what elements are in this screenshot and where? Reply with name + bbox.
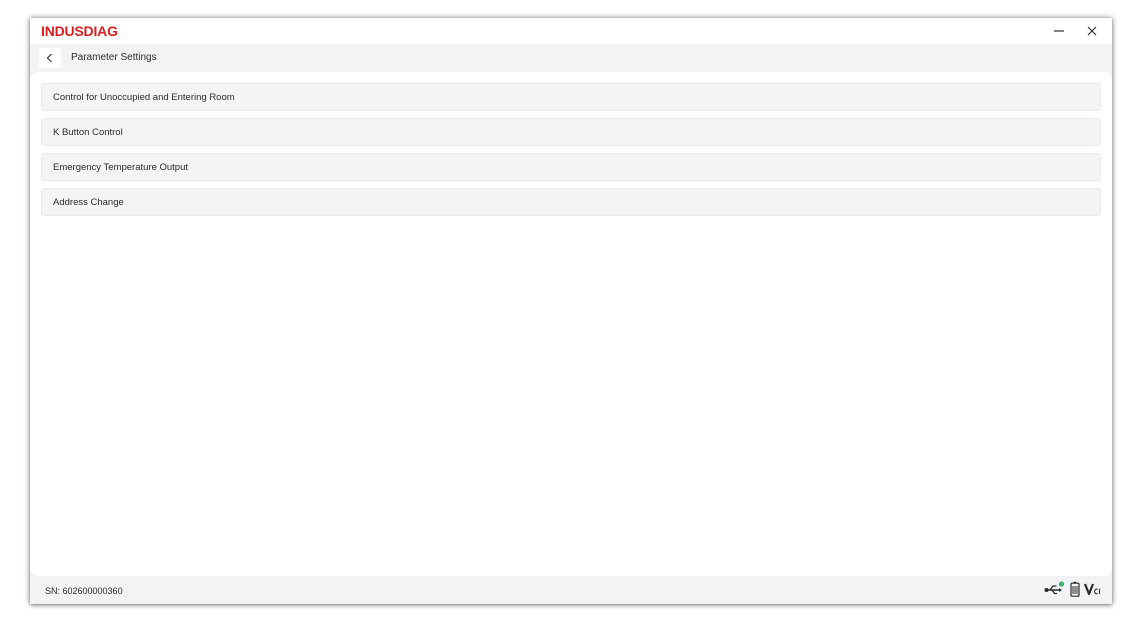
parameter-menu-list: Control for Unoccupied and Entering Room… <box>41 83 1101 223</box>
minimize-button[interactable] <box>1048 21 1070 41</box>
menu-item-unoccupied-entering-room[interactable]: Control for Unoccupied and Entering Room <box>41 83 1101 111</box>
usb-connected-icon <box>1044 581 1065 595</box>
vci-icon <box>1084 583 1101 596</box>
menu-item-label: Address Change <box>53 196 124 208</box>
page-title: Parameter Settings <box>71 52 157 63</box>
menu-item-k-button-control[interactable]: K Button Control <box>41 118 1101 146</box>
battery-icon <box>1070 581 1080 597</box>
menu-item-emergency-temperature-output[interactable]: Emergency Temperature Output <box>41 153 1101 181</box>
content-panel: Control for Unoccupied and Entering Room… <box>30 72 1112 576</box>
menu-item-label: Control for Unoccupied and Entering Room <box>53 91 235 103</box>
minimize-icon <box>1054 30 1064 32</box>
page-header: Parameter Settings <box>30 44 1112 72</box>
menu-item-label: Emergency Temperature Output <box>53 161 189 173</box>
close-button[interactable] <box>1081 21 1103 41</box>
title-bar: INDUSDIAG <box>30 18 1112 44</box>
status-icons <box>1044 581 1102 597</box>
serial-number: SN: 602600000360 <box>45 586 123 596</box>
menu-item-address-change[interactable]: Address Change <box>41 188 1101 216</box>
menu-item-label: K Button Control <box>53 126 123 138</box>
app-window: INDUSDIAG Parameter Settings Control for… <box>30 18 1112 604</box>
brand-logo: INDUSDIAG <box>41 23 118 39</box>
chevron-left-icon <box>46 53 52 63</box>
status-bar: SN: 602600000360 <box>30 576 1112 604</box>
close-icon <box>1087 26 1097 36</box>
back-button[interactable] <box>39 48 61 68</box>
